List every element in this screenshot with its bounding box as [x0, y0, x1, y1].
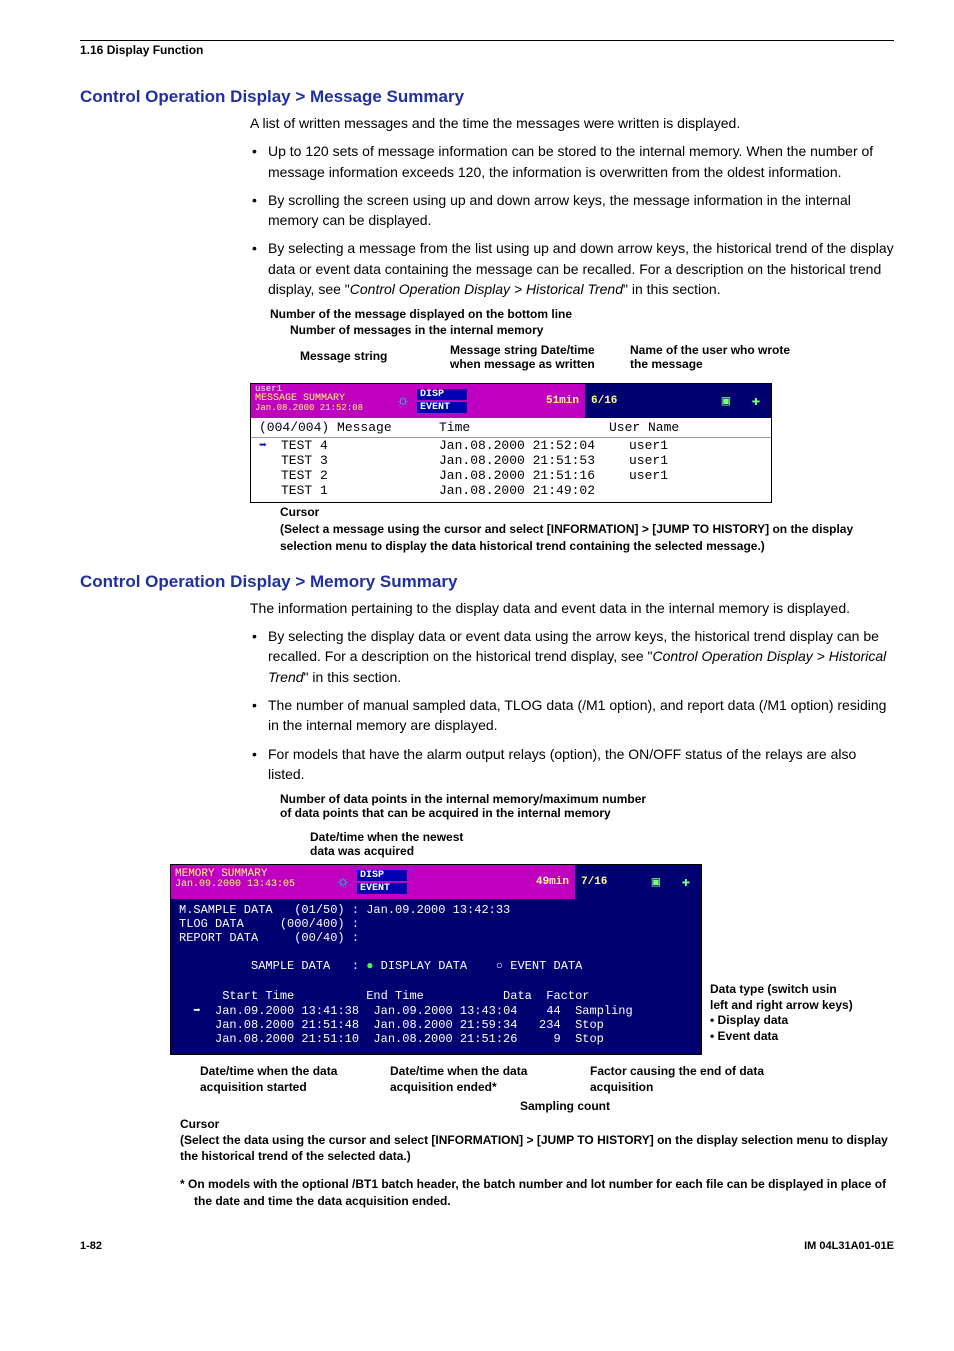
save-icon: ▣	[652, 874, 660, 891]
key-icon: ✚	[752, 393, 760, 410]
cap-mem-top2: of data points that can be acquired in t…	[280, 806, 894, 820]
mem-table-row[interactable]: ➡ Jan.09.2000 13:41:38 Jan.09.2000 13:43…	[179, 1003, 693, 1018]
section-header: 1.16 Display Function	[80, 43, 894, 57]
page-indicator: 7/16	[581, 876, 607, 888]
hdr-title-block: MEMORY SUMMARY Jan.09.2000 13:43:05	[171, 865, 329, 899]
mem-intro: The information pertaining to the displa…	[250, 598, 894, 618]
heading-message-summary: Control Operation Display > Message Summ…	[80, 87, 894, 107]
cursor-label-2: Cursor	[180, 1116, 894, 1132]
msg-row[interactable]: TEST 1 Jan.08.2000 21:49:02	[251, 483, 771, 502]
disp-event-tags: DISP EVENT	[417, 384, 467, 418]
annot-sampling-count: Sampling count	[520, 1098, 894, 1114]
cap-mem-top1: Number of data points in the internal me…	[280, 792, 894, 806]
mem-table-header: Start Time End Time Data Factor	[179, 989, 693, 1003]
msg-bullet-1: Up to 120 sets of message information ca…	[250, 141, 894, 182]
alarm-icon: ☼	[389, 384, 417, 418]
page-indicator: 6/16	[591, 395, 617, 407]
mem-line: M.SAMPLE DATA (01/50) : Jan.09.2000 13:4…	[179, 903, 693, 917]
key-icon: ✚	[682, 874, 690, 891]
msg-intro: A list of written messages and the time …	[250, 113, 894, 133]
annot-end: Date/time when the dataacquisition ended…	[390, 1063, 590, 1095]
alarm-icon: ☼	[329, 865, 357, 899]
msg-row[interactable]: TEST 3 Jan.08.2000 21:51:53 user1	[251, 453, 771, 468]
cursor-arrow-icon: ➡	[259, 438, 281, 453]
cursor-note-2: (Select the data using the cursor and se…	[180, 1132, 894, 1164]
cap-mem-date1: Date/time when the newest	[310, 830, 894, 844]
mem-table-row[interactable]: Jan.08.2000 21:51:48 Jan.08.2000 21:59:3…	[179, 1018, 693, 1032]
doc-id: IM 04L31A01-01E	[804, 1240, 894, 1252]
msg-row[interactable]: TEST 2 Jan.08.2000 21:51:16 user1	[251, 468, 771, 483]
mem-line: REPORT DATA (00/40) :	[179, 931, 693, 945]
figure-memory-summary: MEMORY SUMMARY Jan.09.2000 13:43:05 ☼ DI…	[170, 864, 702, 1055]
lbl-username: Name of the user who wrotethe message	[630, 343, 790, 371]
cursor-note: (Select a message using the cursor and s…	[280, 521, 894, 553]
hdr-title-block: user1 MESSAGE SUMMARY Jan.08.2000 21:52:…	[251, 384, 389, 418]
mem-bullet-2: The number of manual sampled data, TLOG …	[250, 695, 894, 736]
radio-on-icon: ●	[366, 959, 373, 973]
elapsed-time: 51min	[467, 384, 585, 418]
cap-internal-count: Number of messages in the internal memor…	[290, 323, 894, 337]
msg-columns: (004/004) Message Time User Name	[251, 418, 771, 438]
mem-line: TLOG DATA (000/400) :	[179, 917, 693, 931]
figure-message-summary: user1 MESSAGE SUMMARY Jan.08.2000 21:52:…	[250, 383, 772, 503]
msg-row[interactable]: ➡ TEST 4 Jan.08.2000 21:52:04 user1	[251, 438, 771, 453]
heading-memory-summary: Control Operation Display > Memory Summa…	[80, 572, 894, 592]
msg-bullet-3: By selecting a message from the list usi…	[250, 238, 894, 299]
annot-factor: Factor causing the end of dataacquisitio…	[590, 1063, 784, 1095]
cap-bottom-line: Number of the message displayed on the b…	[270, 307, 894, 321]
mem-bullet-1: By selecting the display data or event d…	[250, 626, 894, 687]
cursor-label: Cursor	[280, 505, 894, 519]
radio-off-icon: ○	[496, 959, 503, 973]
page-number: 1-82	[80, 1240, 102, 1252]
mem-table-row[interactable]: Jan.08.2000 21:51:10 Jan.08.2000 21:51:2…	[179, 1032, 693, 1046]
annot-start: Date/time when the dataacquisition start…	[200, 1063, 390, 1095]
cap-mem-date2: data was acquired	[310, 844, 894, 858]
side-annot-datatype: Data type (switch usin left and right ar…	[710, 982, 853, 1044]
elapsed-time: 49min	[407, 865, 575, 899]
mem-line-sample: SAMPLE DATA : ● DISPLAY DATA ○ EVENT DAT…	[179, 945, 693, 987]
save-icon: ▣	[722, 393, 730, 410]
disp-event-tags: DISP EVENT	[357, 865, 407, 899]
footnote: * On models with the optional /BT1 batch…	[180, 1176, 894, 1210]
mem-bullet-3: For models that have the alarm output re…	[250, 744, 894, 785]
msg-bullet-2: By scrolling the screen using up and dow…	[250, 190, 894, 231]
lbl-message-string: Message string	[300, 349, 387, 363]
lbl-datetime: Message string Date/timewhen message as …	[450, 343, 595, 371]
